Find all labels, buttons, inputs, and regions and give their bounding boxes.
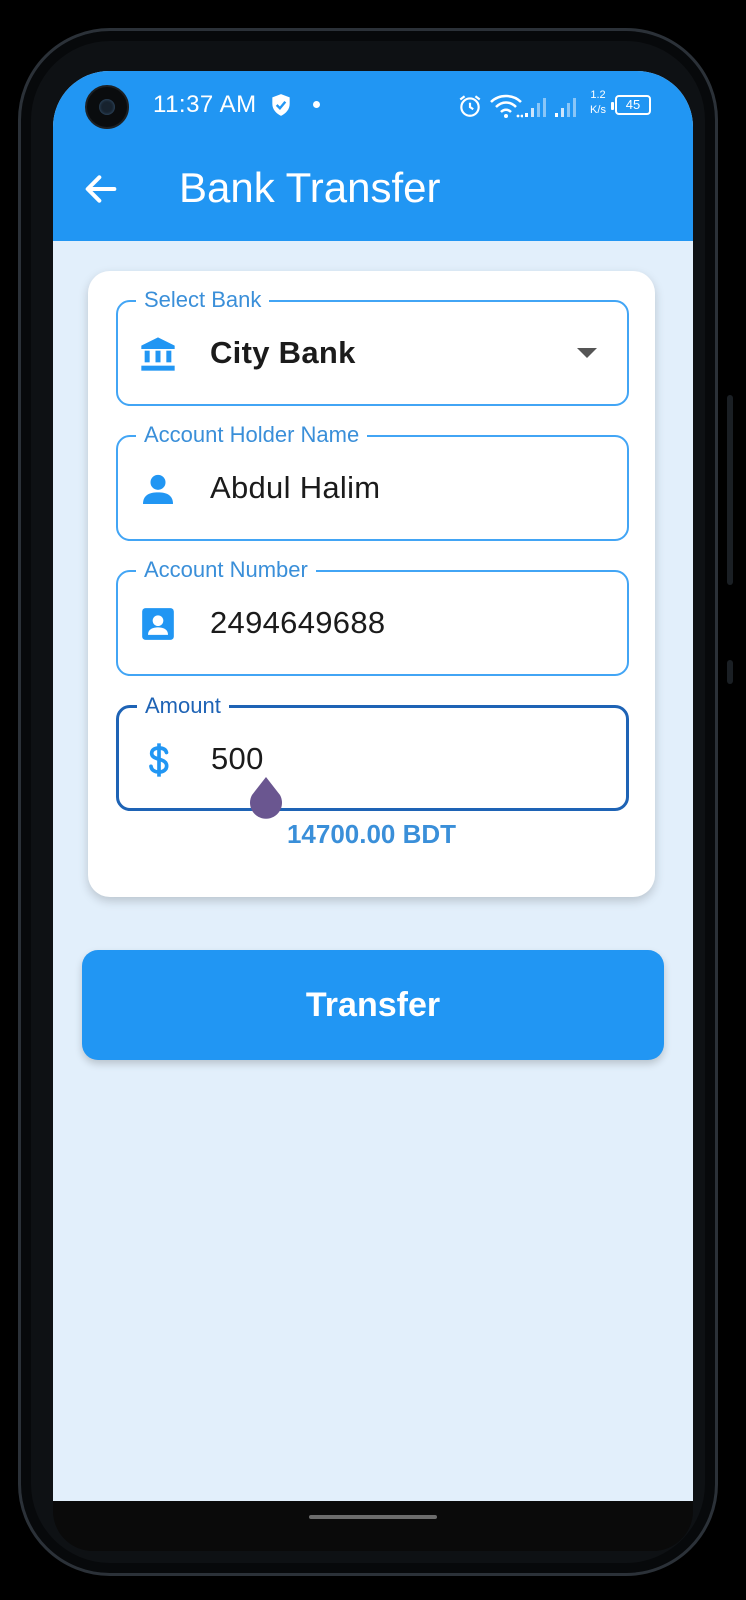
account-number-value: 2494649688	[210, 605, 386, 640]
available-balance: 14700.00 BDT	[286, 819, 457, 849]
home-indicator[interactable]	[309, 1515, 437, 1519]
amount-field[interactable]: Amount 500	[116, 692, 629, 811]
signal-bars-2-icon	[555, 98, 576, 117]
arrow-back-icon[interactable]	[81, 169, 121, 209]
account-holder-value: Abdul Halim	[210, 470, 381, 505]
network-speed: 1.2 K/s	[583, 88, 613, 118]
account-holder-label: Account Holder Name	[136, 421, 368, 449]
bank-select[interactable]: Select Bank City Bank	[116, 286, 629, 406]
bank-select-value: City Bank	[210, 335, 356, 370]
bank-icon	[141, 337, 175, 371]
wifi-icon	[490, 94, 523, 118]
power-button	[727, 660, 733, 684]
amount-label: Amount	[137, 692, 229, 720]
account-number-label: Account Number	[136, 556, 316, 584]
volume-button	[727, 395, 733, 585]
account-number-field[interactable]: Account Number 2494649688	[116, 556, 629, 676]
dollar-icon	[149, 743, 169, 777]
contact-card-icon	[142, 608, 174, 640]
battery-level: 45	[625, 97, 641, 112]
battery-icon: 45	[611, 95, 651, 115]
notification-dot	[313, 101, 320, 108]
network-speed-value: 1.2	[590, 89, 606, 101]
app-bar: 11:37 AM 1.2 K/s 45 Bank Transfer	[53, 71, 693, 241]
bank-select-label: Select Bank	[136, 286, 270, 314]
page-title: Bank Transfer	[179, 164, 441, 211]
account-holder-field[interactable]: Account Holder Name Abdul Halim	[116, 421, 629, 541]
network-speed-unit: K/s	[590, 104, 606, 116]
status-bar: 11:37 AM 1.2 K/s 45	[53, 71, 693, 141]
status-time: 11:37 AM	[153, 91, 257, 118]
transfer-form-card: Select Bank City Bank Account Holder Nam…	[88, 271, 655, 897]
signal-bars-icon	[525, 98, 546, 117]
alarm-icon	[459, 95, 481, 117]
dropdown-arrow-icon[interactable]	[577, 348, 597, 358]
transfer-button[interactable]: Transfer	[82, 950, 664, 1060]
shield-check-icon	[272, 94, 290, 116]
navigation-bar	[53, 1501, 693, 1551]
person-icon	[143, 474, 173, 504]
amount-value: 500	[211, 741, 264, 776]
text-cursor-handle[interactable]	[246, 775, 286, 823]
front-camera	[85, 85, 129, 129]
screen: 11:37 AM 1.2 K/s 45 Bank Transfer Select…	[53, 71, 693, 1501]
